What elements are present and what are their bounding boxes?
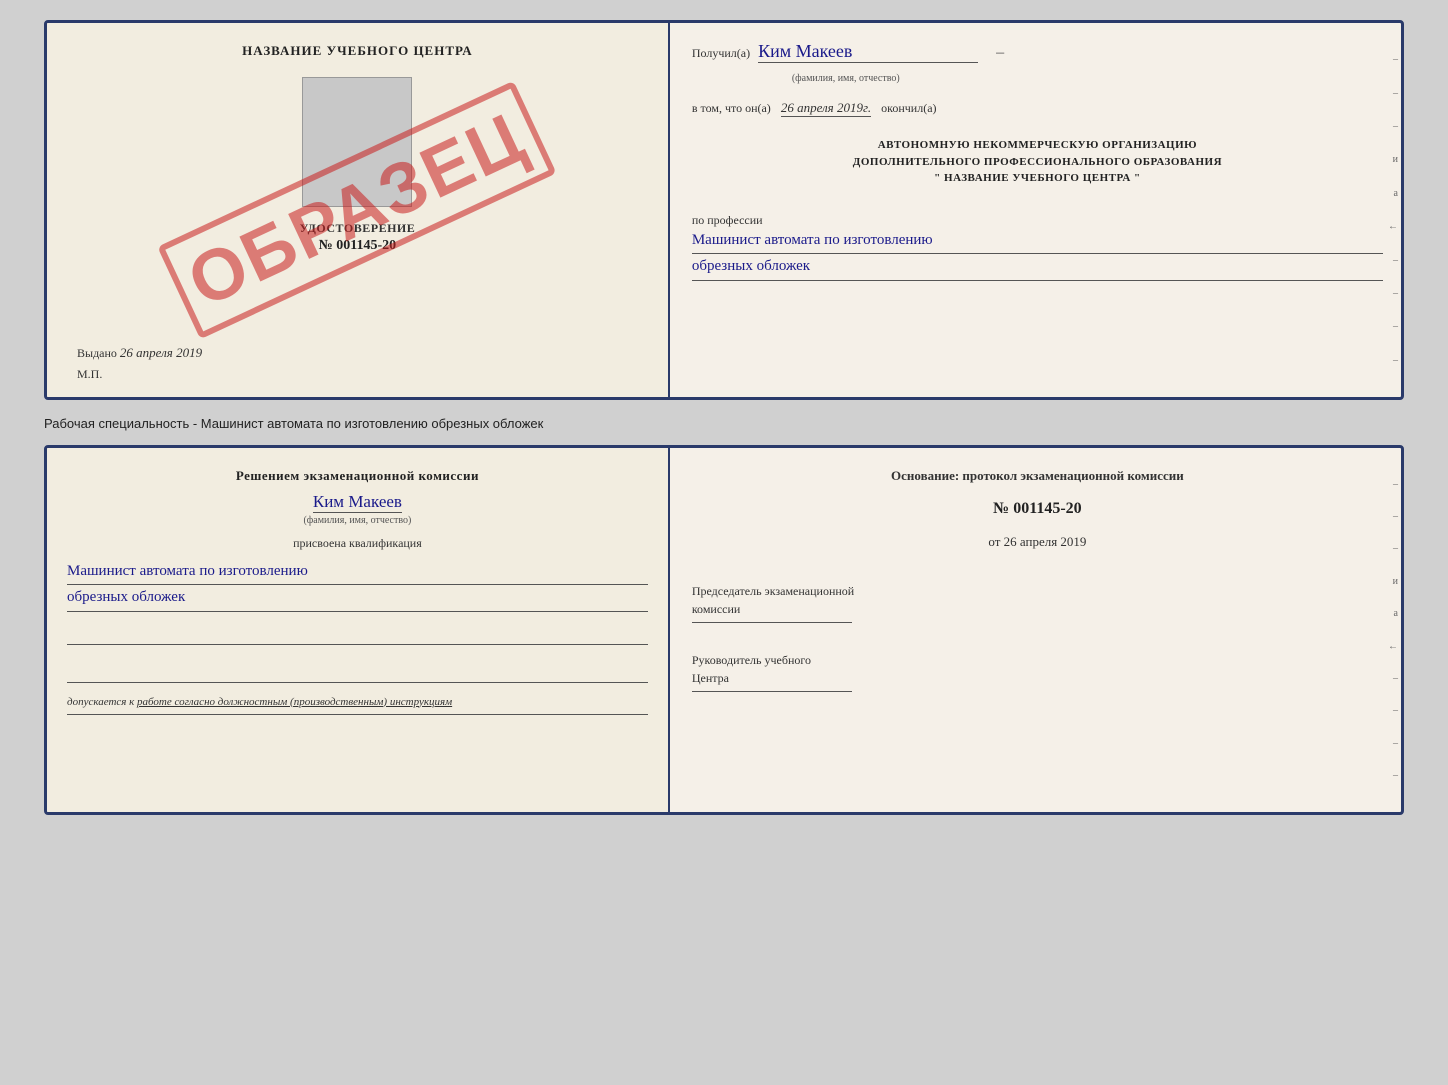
decision-text: Решением экзаменационной комиссии [67,466,648,486]
cert-issued-label: Выдано [77,346,117,360]
org-line1: АВТОНОМНУЮ НЕКОММЕРЧЕСКУЮ ОРГАНИЗАЦИЮ [692,137,1383,154]
director-signature-line [692,691,852,692]
qual-admission-text: допускается к работе согласно должностны… [67,696,648,708]
qual-bottom-line [67,714,648,715]
director-label: Руководитель учебного Центра [692,651,1383,687]
qual-right-edge-dashes: – – – и а ← – – – – [1381,448,1401,812]
cert-mp: М.П. [77,367,102,382]
profession-handwritten2: обрезных обложек [692,254,1383,281]
cert-left-panel: НАЗВАНИЕ УЧЕБНОГО ЦЕНТРА УДОСТОВЕРЕНИЕ №… [47,23,670,397]
middle-caption: Рабочая специальность - Машинист автомат… [44,410,1404,435]
completed-label: окончил(а) [881,101,936,116]
profession-label: по профессии [692,213,1383,228]
chairman-signature-line [692,622,852,623]
qual-empty-lines [67,628,648,686]
qual-admission-underlined: работе согласно должностным (производств… [137,696,452,708]
org-line3: " НАЗВАНИЕ УЧЕБНОГО ЦЕНТРА " [692,170,1383,187]
qual-protocol-number: № 001145-20 [692,500,1383,518]
qual-name-sublabel: (фамилия, имя, отчество) [303,515,411,526]
recipient-name: Ким Макеев [758,41,978,63]
cert-issued-line: Выдано 26 апреля 2019 [77,345,202,361]
qual-right-panel: Основание: протокол экзаменационной коми… [670,448,1401,812]
org-line2: ДОПОЛНИТЕЛЬНОГО ПРОФЕССИОНАЛЬНОГО ОБРАЗО… [692,154,1383,171]
cert-photo-placeholder [302,77,412,207]
qual-protocol-date: от 26 апреля 2019 [692,534,1383,550]
in-that-label: в том, что он(а) [692,101,771,116]
cert-number: № 001145-20 [319,238,396,254]
chairman-label: Председатель экзаменационной комиссии [692,582,1383,618]
assigned-text: присвоена квалификация [67,536,648,551]
qual-applicant-name: Ким Макеев [313,492,402,513]
cert-school-name: НАЗВАНИЕ УЧЕБНОГО ЦЕНТРА [242,43,473,59]
profession-handwritten1: Машинист автомата по изготовлению [692,228,1383,255]
cert-issued-date: 26 апреля 2019 [120,345,202,360]
qual-handwritten1: Машинист автомата по изготовлению [67,559,648,586]
received-label: Получил(а) [692,46,750,61]
right-edge-dashes: – – – и а ← – – – – [1381,23,1401,397]
name-sublabel: (фамилия, имя, отчество) [792,73,1383,84]
qual-left-panel: Решением экзаменационной комиссии Ким Ма… [47,448,670,812]
qualification-card: Решением экзаменационной комиссии Ким Ма… [44,445,1404,815]
qual-handwritten2: обрезных обложек [67,585,648,612]
qual-basis-text: Основание: протокол экзаменационной коми… [692,466,1383,486]
certificate-card: НАЗВАНИЕ УЧЕБНОГО ЦЕНТРА УДОСТОВЕРЕНИЕ №… [44,20,1404,400]
cert-right-panel: Получил(а) Ким Макеев – (фамилия, имя, о… [670,23,1401,397]
document-wrapper: НАЗВАНИЕ УЧЕБНОГО ЦЕНТРА УДОСТОВЕРЕНИЕ №… [44,20,1404,815]
cert-doc-type: УДОСТОВЕРЕНИЕ [300,221,416,236]
completion-date: 26 апреля 2019г. [781,100,871,117]
